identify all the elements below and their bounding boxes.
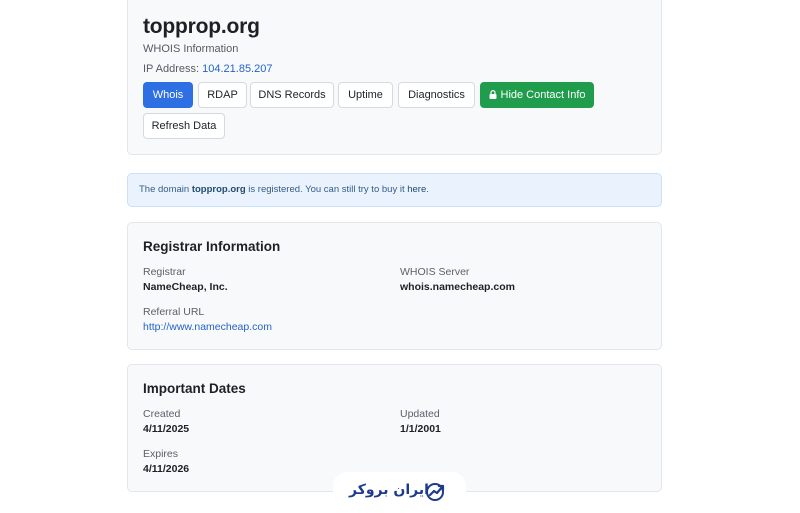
registration-alert: The domain topprop.org is registered. Yo…: [127, 173, 662, 207]
created-label: Created: [143, 408, 181, 420]
alert-middle: is registered. You can still try to buy …: [245, 184, 408, 195]
updated-value: 1/1/2001: [400, 423, 441, 435]
dates-section-title: Important Dates: [143, 381, 246, 396]
watermark-text: ایران بروکر: [349, 482, 429, 498]
page-subtitle: WHOIS Information: [143, 43, 239, 55]
domain-header-card: topprop.org WHOIS Information IP Address…: [127, 0, 662, 155]
tab-dns-records[interactable]: DNS Records: [250, 82, 334, 108]
registrar-info-card: Registrar Information Registrar NameChea…: [127, 222, 662, 350]
alert-suffix: .: [426, 184, 429, 195]
referral-url-link[interactable]: http://www.namecheap.com: [143, 321, 272, 333]
refresh-data-button[interactable]: Refresh Data: [143, 113, 225, 139]
ip-address-line: IP Address: 104.21.85.207: [143, 63, 272, 75]
ip-address-label: IP Address:: [143, 63, 200, 75]
trend-chart-icon: [426, 483, 445, 501]
alert-buy-link[interactable]: here: [407, 184, 426, 195]
tab-diagnostics[interactable]: Diagnostics: [398, 82, 475, 108]
updated-label: Updated: [400, 408, 440, 420]
expires-label: Expires: [143, 448, 179, 460]
lock-icon: [489, 90, 496, 99]
alert-prefix: The domain: [139, 184, 192, 195]
watermark-logo: ایران بروکر: [333, 472, 466, 513]
registrar-section-title: Registrar Information: [143, 239, 281, 254]
tab-uptime[interactable]: Uptime: [338, 82, 393, 108]
referral-url-label: Referral URL: [143, 306, 205, 318]
ip-address-link[interactable]: 104.21.85.207: [202, 63, 272, 75]
created-value: 4/11/2025: [143, 423, 190, 435]
tab-rdap[interactable]: RDAP: [198, 82, 247, 108]
registrar-label: Registrar: [143, 266, 186, 278]
page-title: topprop.org: [143, 15, 260, 38]
tab-whois[interactable]: Whois: [143, 82, 193, 108]
whois-server-value: whois.namecheap.com: [400, 281, 515, 293]
hide-contact-info-label: Hide Contact Info: [500, 89, 586, 101]
alert-domain: topprop.org: [191, 184, 246, 195]
hide-contact-info-button[interactable]: Hide Contact Info: [480, 82, 594, 108]
registrar-value: NameCheap, Inc.: [143, 281, 228, 293]
whois-server-label: WHOIS Server: [400, 266, 470, 278]
expires-value: 4/11/2026: [143, 463, 190, 475]
